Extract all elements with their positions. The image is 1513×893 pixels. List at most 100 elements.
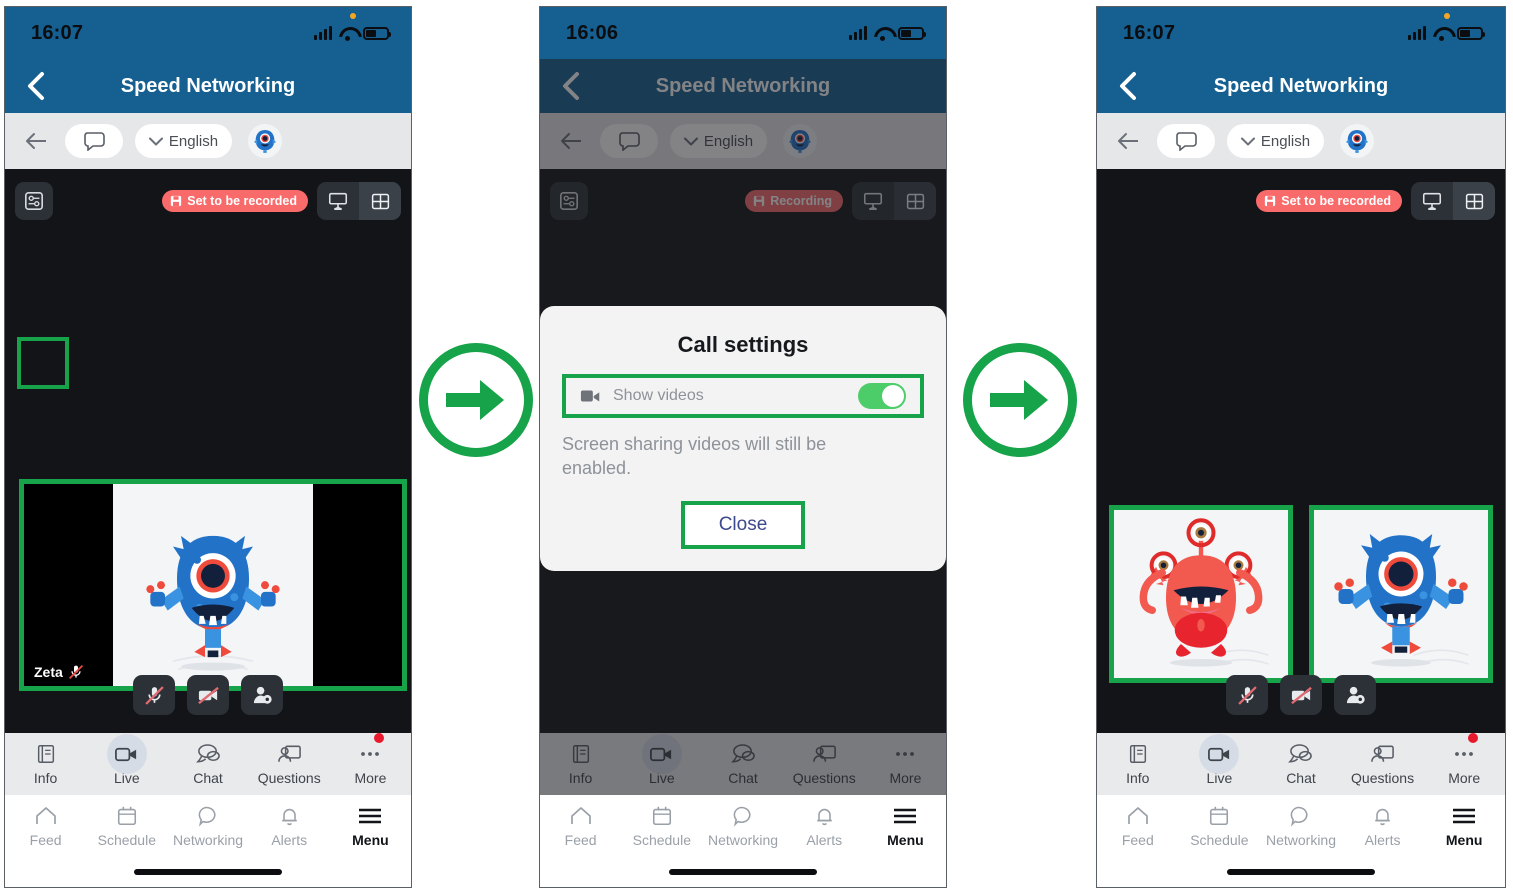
tab-chat[interactable]: Chat: [167, 733, 248, 795]
tab-feed-label: Feed: [564, 832, 597, 848]
status-time: 16:07: [31, 21, 84, 44]
participant-settings-button[interactable]: [241, 675, 283, 715]
back-button[interactable]: [13, 71, 59, 101]
battery-icon: [898, 26, 926, 40]
tab-info[interactable]: Info: [1097, 733, 1179, 795]
home-indicator-area: [540, 857, 946, 887]
tab-info[interactable]: Info: [5, 733, 86, 795]
presentation-view-button[interactable]: [1411, 182, 1453, 220]
tab-chat[interactable]: Chat: [1260, 733, 1342, 795]
chat-bubble-icon: [84, 132, 105, 151]
stop-video-button[interactable]: [187, 675, 229, 715]
tab-schedule[interactable]: Schedule: [86, 795, 167, 857]
tab-alerts-label: Alerts: [271, 832, 308, 848]
call-settings-button[interactable]: [15, 182, 53, 220]
tab-menu-label: Menu: [352, 832, 389, 848]
phone-screen-3: 16:07 Speed Networking English Set to be…: [1096, 6, 1506, 888]
privacy-indicator-dot: [350, 13, 356, 19]
video-tile-participant-1[interactable]: [1109, 505, 1293, 683]
toolbar-avatar[interactable]: [248, 124, 282, 158]
tab-questions[interactable]: Questions: [249, 733, 330, 795]
video-top-controls: Set to be recorded: [1097, 179, 1505, 223]
tab-menu[interactable]: Menu: [330, 795, 411, 857]
back-button[interactable]: [1105, 71, 1151, 101]
tab-schedule[interactable]: Schedule: [1179, 795, 1261, 857]
status-icons: [849, 26, 926, 41]
tab-chat-label: Chat: [193, 770, 223, 786]
grid-view-button[interactable]: [1453, 182, 1495, 220]
phone-screen-1: 16:07 Speed Networking English Set to be…: [4, 6, 412, 888]
participant-settings-button[interactable]: [1334, 675, 1376, 715]
grid-view-button[interactable]: [359, 182, 401, 220]
tab-schedule[interactable]: Schedule: [621, 795, 702, 857]
view-mode-toggle[interactable]: [317, 182, 401, 220]
sliders-settings-icon: [25, 192, 43, 210]
tab-more[interactable]: More: [1423, 733, 1505, 795]
tab-live[interactable]: Live: [86, 733, 167, 795]
tab-alerts[interactable]: Alerts: [784, 795, 865, 857]
tab-networking[interactable]: Networking: [1260, 795, 1342, 857]
video-stage: Set to be recorded: [5, 169, 411, 733]
mute-mic-button[interactable]: [133, 675, 175, 715]
mute-mic-button[interactable]: [1226, 675, 1268, 715]
tab-questions[interactable]: Questions: [1342, 733, 1424, 795]
cellular-signal-icon: [1408, 26, 1426, 40]
tab-alerts[interactable]: Alerts: [249, 795, 330, 857]
tab-networking-label: Networking: [1265, 832, 1336, 848]
show-videos-toggle[interactable]: [858, 383, 906, 409]
tab-networking-label: Networking: [707, 832, 779, 848]
language-selector[interactable]: English: [135, 124, 232, 158]
chevron-down-icon: [148, 137, 163, 145]
page-title: Speed Networking: [1213, 74, 1389, 97]
mic-off-icon: [1237, 685, 1257, 705]
participant-name: Zeta: [34, 664, 63, 680]
wifi-icon: [874, 27, 891, 41]
tab-live[interactable]: Live: [1179, 733, 1261, 795]
flow-arrow-2: [963, 343, 1077, 457]
toolbar-back-arrow[interactable]: [19, 132, 53, 150]
title-bar: Speed Networking: [5, 59, 411, 113]
chat-bubble-button[interactable]: [65, 124, 123, 158]
tab-menu[interactable]: Menu: [865, 795, 946, 857]
tab-feed[interactable]: Feed: [540, 795, 621, 857]
tab-networking[interactable]: Networking: [167, 795, 248, 857]
hamburger-menu-icon: [357, 804, 383, 828]
main-app-tabs: Feed Schedule Networking Alerts Menu: [1097, 795, 1505, 857]
chevron-down-icon: [1240, 137, 1255, 145]
person-gear-icon: [253, 686, 272, 704]
close-button[interactable]: Close: [681, 500, 805, 549]
tab-menu-label: Menu: [887, 832, 924, 848]
recording-status-badge: Set to be recorded: [1256, 190, 1402, 212]
bell-icon: [279, 804, 300, 828]
tab-feed[interactable]: Feed: [1097, 795, 1179, 857]
video-tile-active-speaker[interactable]: Zeta: [19, 479, 407, 691]
video-tile-participant-2[interactable]: [1309, 505, 1493, 683]
language-selector[interactable]: English: [1227, 124, 1324, 158]
main-app-tabs: Feed Schedule Networking Alerts Menu: [5, 795, 411, 857]
chevron-left-icon: [28, 72, 44, 100]
chat-bubble-button[interactable]: [1157, 124, 1215, 158]
camera-off-icon: [197, 686, 219, 704]
tab-more[interactable]: More: [330, 733, 411, 795]
show-videos-setting-row[interactable]: Show videos: [562, 374, 924, 418]
toolbar-back-arrow[interactable]: [1111, 132, 1145, 150]
tab-alerts[interactable]: Alerts: [1342, 795, 1424, 857]
call-settings-dialog: Call settings Show videos Screen sharing…: [540, 306, 946, 571]
tab-networking[interactable]: Networking: [702, 795, 783, 857]
tab-menu[interactable]: Menu: [1423, 795, 1505, 857]
toolbar-avatar[interactable]: [1340, 124, 1374, 158]
blue-monster-video-icon: [133, 511, 293, 686]
show-videos-label: Show videos: [613, 387, 704, 404]
tab-feed[interactable]: Feed: [5, 795, 86, 857]
stop-video-button[interactable]: [1280, 675, 1322, 715]
tab-questions-label: Questions: [1351, 770, 1415, 786]
presentation-view-button[interactable]: [317, 182, 359, 220]
mic-off-icon: [144, 685, 164, 705]
red-monster-video-icon: [1126, 515, 1276, 678]
status-time: 16:07: [1123, 21, 1176, 44]
call-control-bar: [5, 675, 411, 715]
home-indicator-area: [5, 857, 411, 887]
call-toolbar: English: [5, 113, 411, 169]
view-mode-toggle[interactable]: [1411, 182, 1495, 220]
camera-icon: [580, 390, 600, 402]
